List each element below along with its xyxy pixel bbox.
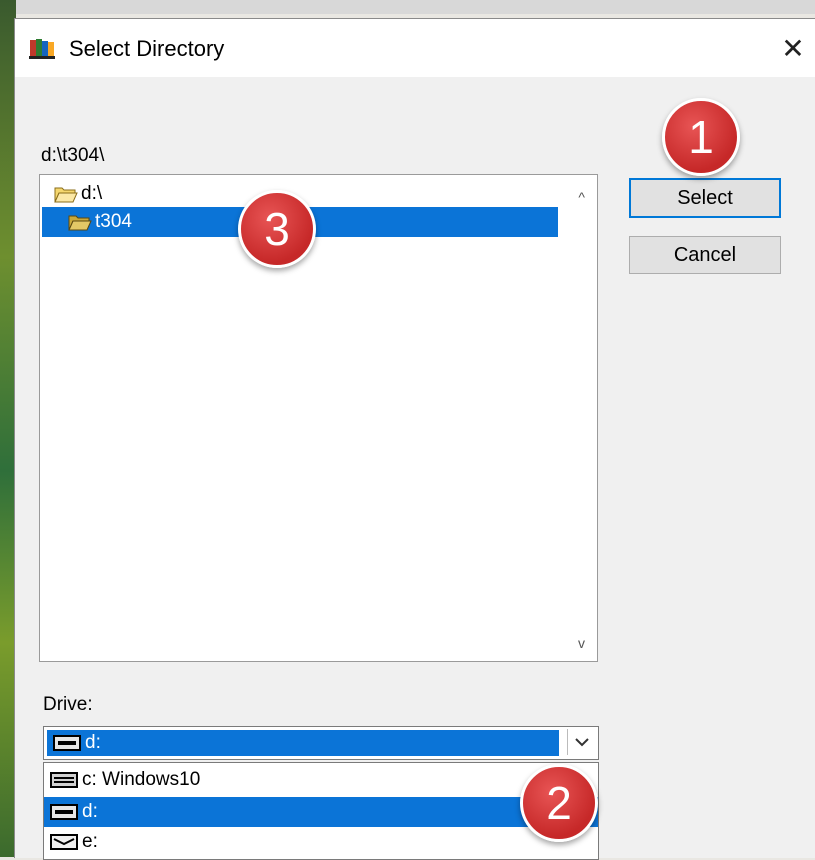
annotation-badge-3: 3: [238, 190, 316, 268]
drive-option-e[interactable]: e:: [44, 827, 598, 857]
scroll-up-arrow-icon[interactable]: ^: [578, 189, 585, 205]
cancel-button[interactable]: Cancel: [629, 236, 781, 274]
directory-item-label: d:\: [81, 183, 103, 204]
open-folder-icon: [54, 187, 78, 203]
drive-dropdown-list[interactable]: c: Windows10 d: e:: [43, 762, 599, 860]
chevron-down-icon: [575, 738, 589, 747]
optical-drive-icon: [50, 834, 78, 850]
drive-combobox[interactable]: d:: [43, 726, 599, 760]
drive-selected-label: d:: [85, 732, 101, 753]
hard-drive-icon: [50, 772, 78, 788]
drive-label: Drive:: [43, 694, 93, 715]
close-button[interactable]: ✕: [775, 31, 811, 67]
drive-combobox-value: d:: [47, 730, 559, 756]
window-title: Select Directory: [69, 36, 225, 61]
select-button[interactable]: Select: [629, 178, 781, 218]
open-folder-icon: [68, 215, 92, 231]
drive-option-label: e:: [82, 831, 98, 852]
current-path-label: d:\t304\: [41, 145, 105, 166]
annotation-badge-2: 2: [520, 764, 598, 842]
desktop-background-top: [0, 0, 815, 14]
annotation-badge-1: 1: [662, 98, 740, 176]
drive-option-label: d:: [82, 801, 98, 822]
scroll-down-arrow-icon[interactable]: v: [578, 635, 585, 651]
directory-item-label: t304: [95, 211, 132, 232]
removable-drive-icon: [50, 804, 78, 820]
title-bar[interactable]: Select Directory ✕: [15, 19, 815, 77]
drive-option-label: c: Windows10: [82, 769, 201, 790]
drive-option-d[interactable]: d:: [44, 797, 598, 827]
drive-option-c[interactable]: c: Windows10: [44, 765, 598, 795]
removable-drive-icon: [53, 735, 81, 751]
drive-dropdown-button[interactable]: [567, 729, 596, 755]
app-icon: [29, 39, 55, 59]
directory-listbox[interactable]: d:\ t304 ^ v: [39, 174, 598, 662]
